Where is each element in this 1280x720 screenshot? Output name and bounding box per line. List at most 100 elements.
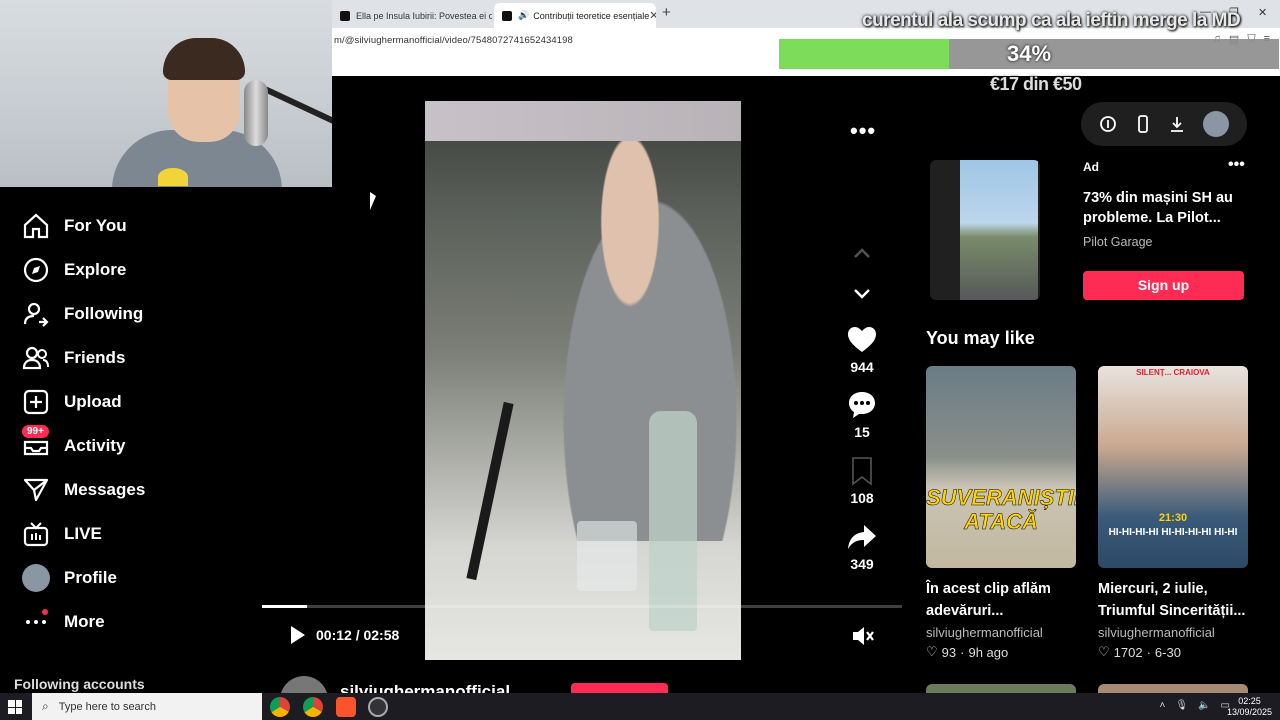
sidebar-item-friends[interactable]: Friends (22, 343, 125, 373)
windows-taskbar: ⌕ Type here to search ˄ 🎙 🔈 ▭ 02:25 13/0… (0, 693, 1280, 720)
share-action[interactable]: 349 (838, 522, 886, 572)
sidebar-item-following[interactable]: Following (22, 299, 143, 329)
volume-muted-icon[interactable] (850, 623, 876, 649)
avatar (22, 564, 50, 592)
chrome-app-icon[interactable] (303, 697, 323, 717)
ad-thumbnail[interactable] (930, 160, 1040, 300)
donation-goal-label: €17 din €50 (990, 74, 1082, 94)
video-glass (577, 521, 637, 591)
sidebar-item-more[interactable]: More (22, 607, 105, 637)
browser-tab-active[interactable]: 🔊 Contribuții teoretice esențiale ✕ (494, 3, 656, 28)
chrome-app-icon[interactable] (270, 697, 290, 717)
sign-up-button[interactable]: Sign up (1083, 271, 1244, 300)
share-count: 349 (850, 556, 874, 572)
microphone-icon[interactable]: 🎙 (1175, 700, 1188, 711)
webcam-overlay (0, 0, 332, 187)
play-icon[interactable] (286, 624, 308, 646)
clock-date: 13/09/2025 (1226, 707, 1272, 717)
user-avatar[interactable] (1202, 111, 1229, 137)
comment-icon[interactable] (847, 390, 877, 420)
more-options-icon[interactable]: ••• (850, 118, 876, 144)
video-bottle (649, 411, 697, 631)
video-author[interactable]: silviughermanofficial (1098, 625, 1248, 640)
thumbnail-text: SUVERANIȘTII ATACĂ (926, 485, 1076, 534)
recommended-video[interactable]: SUVERANIȘTII ATACĂ În acest clip aflăm a… (926, 366, 1076, 660)
like-count: 944 (850, 359, 874, 375)
comment-action[interactable]: 15 (838, 390, 886, 440)
comment-count: 15 (854, 424, 870, 440)
seek-progress (262, 605, 307, 608)
save-action[interactable]: 108 (838, 456, 886, 506)
sidebar-item-live[interactable]: LIVE (22, 519, 102, 549)
clock-time: 02:25 (1238, 696, 1261, 706)
video-microphone (466, 401, 514, 581)
sidebar-item-explore[interactable]: Explore (22, 255, 126, 285)
video-caption[interactable]: Miercuri, 2 iulie, Triumful Sincerității… (1098, 578, 1248, 622)
video-meta: ♡ 1702 · 6-30 (1098, 644, 1248, 660)
chevron-up-icon[interactable] (851, 243, 873, 265)
coins-icon[interactable] (1099, 115, 1117, 133)
close-window-icon[interactable]: ✕ (1258, 6, 1267, 19)
shirt-sun-print (158, 168, 188, 186)
top-action-pill (1081, 102, 1247, 146)
video-thumbnail[interactable]: SILENȚ... CRAIOVA 21:30 HI-HI-HI-HI HI-H… (1098, 366, 1248, 568)
separator: · (960, 644, 965, 660)
separator: · (1146, 644, 1151, 660)
video-author[interactable]: silviughermanofficial (926, 625, 1076, 640)
sidebar-item-messages[interactable]: Messages (22, 475, 145, 505)
sidebar: For You Explore Following Friends Upload… (0, 187, 262, 693)
playback-time: 00:12 / 02:58 (316, 627, 400, 643)
browser-tab[interactable]: Ella pe Insula Iubirii: Povestea ei capt (332, 3, 492, 28)
close-tab-icon[interactable]: ✕ (649, 9, 656, 22)
recommended-video[interactable]: SILENȚ... CRAIOVA 21:30 HI-HI-HI-HI HI-H… (1098, 366, 1248, 660)
save-count: 108 (850, 490, 874, 506)
tiktok-favicon-icon (502, 10, 512, 21)
video-player[interactable] (425, 101, 741, 660)
like-action[interactable]: 944 (838, 325, 886, 375)
seek-bar[interactable] (262, 605, 902, 608)
chevron-up-icon[interactable]: ˄ (1160, 700, 1166, 711)
thumbnail-text: HI-HI-HI-HI HI-HI-HI-HI HI-HI (1108, 527, 1238, 538)
video-thumbnail[interactable]: SUVERANIȘTII ATACĂ (926, 366, 1076, 568)
bookmark-icon[interactable] (847, 456, 877, 486)
sidebar-item-label: Upload (64, 392, 122, 411)
tab-title: Ella pe Insula Iubirii: Povestea ei capt (356, 10, 492, 21)
sidebar-item-label: Following (64, 304, 144, 323)
sidebar-item-profile[interactable]: Profile (22, 563, 117, 593)
donation-progress-bar: 34% (779, 39, 1279, 69)
sidebar-item-label: Messages (64, 480, 146, 499)
speaker-icon: 🔊 (518, 10, 530, 20)
taskbar-clock[interactable]: 02:25 13/09/2025 (1227, 696, 1272, 718)
friends-icon (22, 346, 49, 370)
download-icon[interactable] (1168, 115, 1186, 133)
chevron-down-icon[interactable] (851, 282, 873, 304)
ad-brand[interactable]: Pilot Garage (1083, 235, 1152, 249)
ad-more-icon[interactable]: ••• (1228, 156, 1245, 174)
webcam-person-hair (163, 38, 245, 80)
brave-app-icon[interactable] (336, 697, 356, 717)
home-icon (23, 213, 49, 239)
tv-icon (23, 522, 49, 547)
obs-app-icon[interactable] (368, 697, 388, 717)
windows-start-icon[interactable] (8, 700, 22, 714)
sidebar-item-for-you[interactable]: For You (22, 211, 127, 241)
sidebar-item-activity[interactable]: 99+ Activity (22, 425, 125, 461)
heart-icon[interactable] (847, 325, 877, 355)
sidebar-item-label: LIVE (64, 524, 102, 543)
taskbar-search-input[interactable]: ⌕ Type here to search (32, 693, 262, 720)
speaker-icon[interactable]: 🔈 (1198, 700, 1210, 711)
phone-icon[interactable] (1134, 115, 1152, 133)
sidebar-item-upload[interactable]: Upload (22, 387, 122, 417)
video-caption[interactable]: În acest clip aflăm adevăruri... (926, 578, 1076, 622)
system-tray: ˄ 🎙 🔈 ▭ (1160, 700, 1230, 711)
video-date: 9h ago (968, 644, 1009, 660)
new-tab-button[interactable]: + (662, 4, 671, 21)
sidebar-item-label: For You (64, 216, 127, 235)
thumbnail-time-text: 21:30 (1158, 512, 1188, 524)
ad-label: Ad (1083, 160, 1099, 174)
ad-title[interactable]: 73% din mașini SH au probleme. La Pilot.… (1083, 188, 1253, 228)
video-window-frame (425, 101, 741, 141)
share-icon[interactable] (847, 522, 877, 552)
following-accounts-heading: Following accounts (14, 676, 145, 692)
sidebar-item-label: Friends (64, 348, 126, 367)
